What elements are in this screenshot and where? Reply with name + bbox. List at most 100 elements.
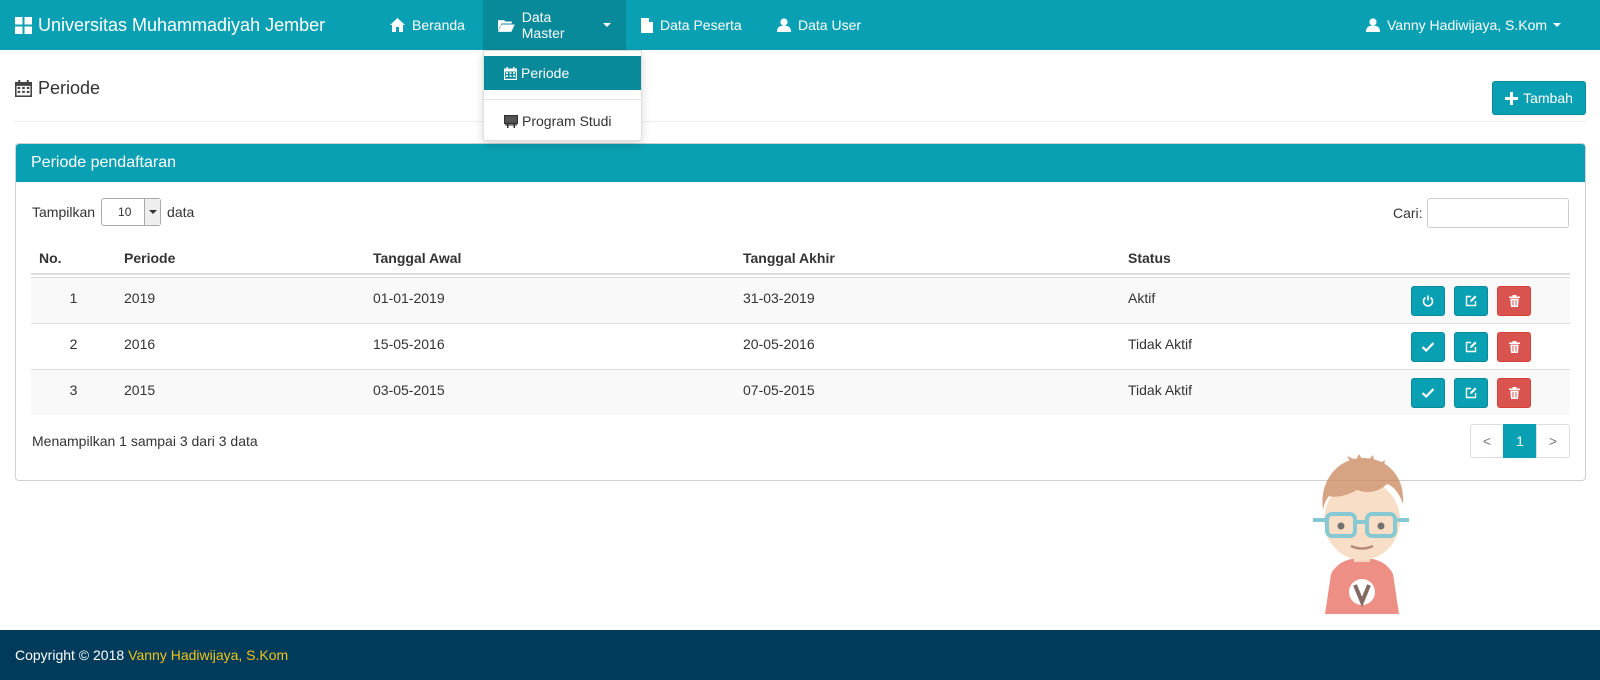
activate-button[interactable]: [1411, 332, 1445, 362]
nav-label: Data Peserta: [660, 17, 742, 33]
folder-open-icon: [498, 19, 515, 32]
table-row: 2 2016 15-05-2016 20-05-2016 Tidak Aktif: [31, 323, 1570, 369]
nav-item-data-peserta[interactable]: Data Peserta: [626, 0, 757, 50]
top-navbar: Universitas Muhammadiyah Jember Beranda …: [0, 0, 1600, 50]
calendar-icon: [504, 66, 517, 80]
search-input[interactable]: [1426, 198, 1569, 228]
length-control: Tampilkan 10 data: [32, 198, 194, 226]
calendar-icon: [15, 80, 32, 97]
cell-tanggal-akhir: 31-03-2019: [743, 290, 815, 306]
cell-no: 2: [69, 336, 78, 352]
table-row: 3 2015 03-05-2015 07-05-2015 Tidak Aktif: [31, 369, 1570, 415]
author-link[interactable]: Vanny Hadiwijaya, S.Kom: [128, 647, 288, 663]
page-footer: Copyright © 2018 Vanny Hadiwijaya, S.Kom: [0, 630, 1600, 680]
edit-button[interactable]: [1454, 378, 1488, 408]
column-header-periode[interactable]: Periode: [124, 242, 175, 273]
cell-no: 1: [69, 290, 78, 306]
row-actions: [1411, 286, 1531, 316]
caret-down-icon: [1553, 23, 1562, 27]
data-master-dropdown: Periode Program Studi: [483, 50, 642, 141]
deactivate-button[interactable]: [1411, 286, 1445, 316]
dropdown-label: Periode: [521, 65, 570, 81]
length-select[interactable]: 10: [101, 198, 162, 226]
brand-title: Universitas Muhammadiyah Jember: [38, 14, 326, 35]
cell-tanggal-awal: 03-05-2015: [373, 382, 445, 398]
power-icon: [1422, 295, 1434, 307]
table-row: 1 2019 01-01-2019 31-03-2019 Aktif: [31, 277, 1570, 323]
cell-no: 3: [69, 382, 78, 398]
delete-button[interactable]: [1497, 286, 1531, 316]
cell-status: Tidak Aktif: [1128, 382, 1193, 398]
edit-button[interactable]: [1454, 286, 1488, 316]
length-prefix: Tampilkan: [32, 204, 96, 220]
dropdown-item-periode[interactable]: Periode: [484, 56, 641, 90]
pagination: < 1 >: [1470, 424, 1570, 458]
page-title: Periode: [15, 78, 100, 99]
user-icon: [777, 18, 791, 32]
user-icon: [1366, 18, 1380, 32]
pagination-prev[interactable]: <: [1470, 424, 1504, 458]
column-header-no[interactable]: No.: [31, 242, 116, 273]
cell-tanggal-awal: 15-05-2016: [373, 336, 445, 352]
nav-label: Data Master: [521, 9, 565, 41]
check-icon: [1422, 388, 1434, 398]
cell-periode: 2015: [124, 382, 156, 398]
panel-title: Periode pendaftaran: [16, 144, 1585, 182]
page-title-text: Periode: [38, 78, 101, 98]
table-header: No. Periode Tanggal Awal Tanggal Akhir S…: [31, 242, 1570, 275]
file-icon: [641, 17, 653, 33]
caret-down-icon: [603, 23, 611, 27]
home-icon: [390, 18, 405, 32]
dropdown-label: Program Studi: [522, 113, 612, 129]
nav-label: Beranda: [412, 17, 465, 33]
cell-tanggal-akhir: 07-05-2015: [743, 382, 815, 398]
dropdown-divider: [484, 99, 641, 100]
cell-periode: 2016: [124, 336, 156, 352]
length-suffix: data: [167, 204, 195, 220]
periode-panel: Periode pendaftaran Tampilkan 10 data Ca…: [15, 143, 1586, 481]
user-name: Vanny Hadiwijaya, S.Kom: [1387, 17, 1548, 33]
mascot-avatar-icon: [1313, 454, 1409, 614]
nav-item-data-master[interactable]: Data Master: [483, 0, 626, 50]
edit-icon: [1465, 295, 1477, 307]
check-icon: [1422, 342, 1434, 352]
nav-item-beranda[interactable]: Beranda: [375, 0, 480, 50]
cell-status: Tidak Aktif: [1128, 336, 1193, 352]
cell-periode: 2019: [124, 290, 156, 306]
column-header-tanggal-awal[interactable]: Tanggal Awal: [373, 242, 461, 273]
search-label: Cari:: [1393, 205, 1423, 221]
delete-button[interactable]: [1497, 378, 1531, 408]
copyright-text: Copyright © 2018: [15, 647, 125, 663]
pagination-next[interactable]: >: [1536, 424, 1570, 458]
add-button-label: Tambah: [1523, 90, 1573, 106]
trash-icon: [1508, 295, 1520, 307]
nav-label: Data User: [798, 17, 862, 33]
header-divider: [15, 121, 1585, 122]
column-header-status[interactable]: Status: [1128, 242, 1171, 273]
user-menu[interactable]: Vanny Hadiwijaya, S.Kom: [1351, 0, 1576, 50]
length-value: 10: [118, 205, 132, 219]
blackboard-icon: [504, 114, 518, 128]
dropdown-item-program-studi[interactable]: Program Studi: [484, 104, 641, 138]
delete-button[interactable]: [1497, 332, 1531, 362]
activate-button[interactable]: [1411, 378, 1445, 408]
trash-icon: [1508, 387, 1520, 399]
select-arrow-icon: [144, 199, 161, 225]
cell-status: Aktif: [1128, 290, 1156, 306]
cell-tanggal-awal: 01-01-2019: [373, 290, 445, 306]
edit-icon: [1465, 387, 1477, 399]
cell-tanggal-akhir: 20-05-2016: [743, 336, 815, 352]
nav-item-data-user[interactable]: Data User: [762, 0, 876, 50]
table-info: Menampilkan 1 sampai 3 dari 3 data: [32, 433, 258, 449]
plus-icon: [1505, 91, 1519, 105]
add-button[interactable]: Tambah: [1492, 81, 1586, 115]
row-actions: [1411, 378, 1531, 408]
grid-icon: [15, 16, 32, 34]
edit-button[interactable]: [1454, 332, 1488, 362]
column-header-tanggal-akhir[interactable]: Tanggal Akhir: [743, 242, 835, 273]
edit-icon: [1465, 341, 1477, 353]
trash-icon: [1508, 341, 1520, 353]
pagination-page-1[interactable]: 1: [1503, 424, 1537, 458]
row-actions: [1411, 332, 1531, 362]
brand[interactable]: Universitas Muhammadiyah Jember: [15, 0, 325, 50]
